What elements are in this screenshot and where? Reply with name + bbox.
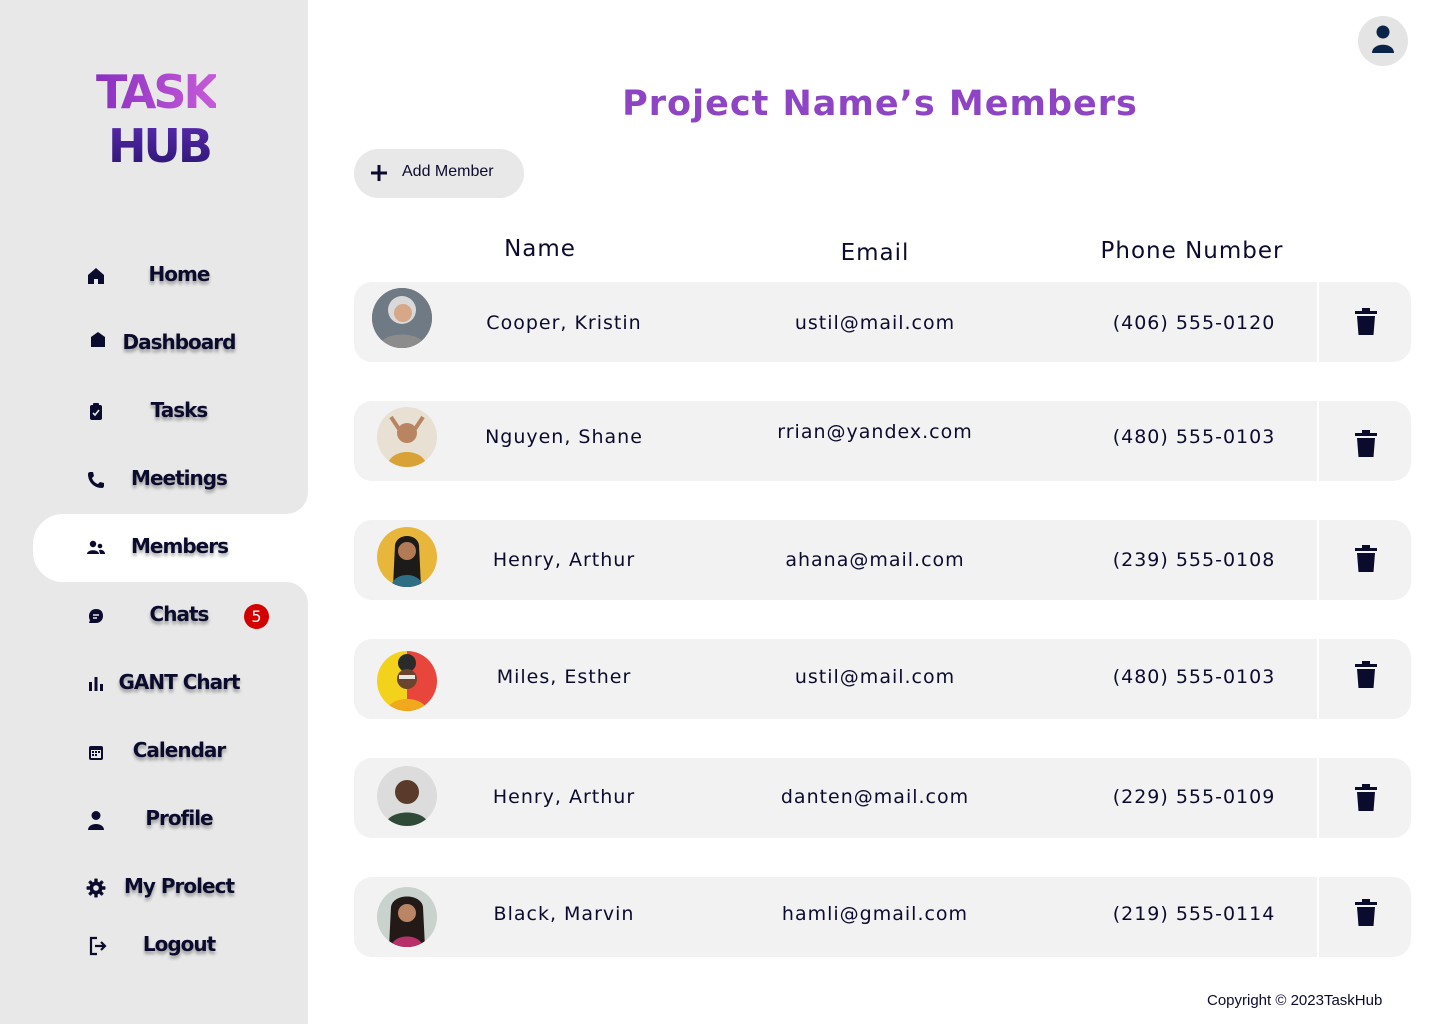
sidebar-item-chats[interactable]: Chats 5	[0, 582, 308, 650]
member-phone: (480) 555-0103	[1112, 426, 1276, 448]
sidebar-item-meetings[interactable]: Meetings	[0, 446, 308, 514]
add-member-button[interactable]: Add Member	[354, 149, 524, 198]
chats-unread-badge: 5	[244, 604, 269, 629]
member-email: danten@mail.com	[780, 786, 970, 808]
member-row: Black, Marvin hamli@gmail.com (219) 555-…	[354, 877, 1411, 957]
member-row: Nguyen, Shane rrian@yandex.com (480) 555…	[354, 401, 1411, 481]
member-phone: (219) 555-0114	[1112, 903, 1276, 925]
delete-member-trash-icon[interactable]	[1354, 899, 1378, 927]
sidebar-item-label: Meetings	[131, 466, 228, 490]
sidebar-item-label: Calendar	[132, 738, 227, 762]
delete-member-trash-icon[interactable]	[1354, 308, 1378, 336]
row-divider	[1317, 520, 1319, 600]
member-name: Cooper, Kristin	[486, 312, 642, 334]
sidebar-item-label: Chats	[149, 602, 210, 626]
sidebar-item-label: Logout	[142, 932, 216, 956]
sidebar-item-label: Home	[148, 262, 211, 286]
users-icon	[84, 536, 108, 560]
user-menu-button[interactable]	[1358, 16, 1408, 66]
sidebar-item-calendar[interactable]: Calendar	[0, 718, 308, 786]
member-phone: (229) 555-0109	[1112, 786, 1276, 808]
sidebar-item-gant-chart[interactable]: GANT Chart	[0, 650, 308, 718]
sidebar-item-label: Members	[131, 534, 229, 558]
page-title: Project Name’s Members	[622, 84, 1138, 124]
delete-member-trash-icon[interactable]	[1354, 784, 1378, 812]
row-divider	[1317, 282, 1319, 362]
row-divider	[1317, 877, 1319, 957]
sidebar-item-label: Profile	[145, 806, 213, 830]
column-header-phone: Phone Number	[1100, 238, 1284, 264]
row-divider	[1317, 639, 1319, 719]
member-name: Henry, Arthur	[492, 549, 636, 571]
delete-member-trash-icon[interactable]	[1354, 430, 1378, 458]
member-row: Cooper, Kristin ustil@mail.com (406) 555…	[354, 282, 1411, 362]
user-icon	[84, 808, 108, 832]
member-avatar	[377, 407, 437, 467]
row-divider	[1317, 401, 1319, 481]
logout-icon	[86, 934, 110, 958]
member-avatar	[377, 527, 437, 587]
sidebar-nav: Home Dashboard Tasks Meetings Members Ch…	[0, 242, 309, 978]
member-avatar	[377, 887, 437, 947]
user-avatar-icon	[1371, 25, 1395, 57]
sidebar-item-tasks[interactable]: Tasks	[0, 378, 308, 446]
sidebar-item-home[interactable]: Home	[0, 242, 308, 310]
row-divider	[1317, 758, 1319, 838]
logo-line-2: HUB	[108, 119, 213, 173]
column-header-email: Email	[840, 240, 910, 266]
member-phone: (480) 555-0103	[1112, 666, 1276, 688]
column-header-name: Name	[504, 236, 576, 262]
home-icon	[84, 264, 108, 288]
member-phone: (239) 555-0108	[1112, 549, 1276, 571]
member-row: Henry, Arthur ahana@mail.com (239) 555-0…	[354, 520, 1411, 600]
logo-line-1: TASK	[96, 65, 219, 119]
phone-icon	[84, 468, 108, 492]
member-row: Henry, Arthur danten@mail.com (229) 555-…	[354, 758, 1411, 838]
copyright-footer: Copyright © 2023TaskHub	[1207, 992, 1383, 1009]
clipboard-check-icon	[84, 400, 108, 424]
member-email: rrian@yandex.com	[777, 421, 973, 443]
sidebar-item-dashboard[interactable]: Dashboard	[0, 310, 308, 378]
member-name: Nguyen, Shane	[485, 426, 643, 448]
sidebar-item-label: GANT Chart	[118, 670, 240, 694]
member-avatar	[377, 766, 437, 826]
sidebar-item-my-project[interactable]: My Prolect	[0, 854, 308, 922]
sidebar-item-members[interactable]: Members	[33, 474, 309, 622]
delete-member-trash-icon[interactable]	[1354, 545, 1378, 573]
calendar-icon	[84, 740, 108, 764]
sidebar-item-logout[interactable]: Logout	[0, 922, 308, 978]
member-phone: (406) 555-0120	[1112, 312, 1276, 334]
sidebar-item-profile[interactable]: Profile	[0, 786, 308, 854]
dashboard-icon	[86, 328, 110, 352]
member-avatar	[372, 288, 432, 348]
member-email: ustil@mail.com	[794, 666, 956, 688]
member-email: ustil@mail.com	[794, 312, 956, 334]
delete-member-trash-icon[interactable]	[1354, 661, 1378, 689]
member-row: Miles, Esther ustil@mail.com (480) 555-0…	[354, 639, 1411, 719]
taskhub-logo[interactable]: TASK HUB	[96, 66, 226, 176]
member-avatar	[377, 651, 437, 711]
member-name: Miles, Esther	[496, 666, 632, 688]
bar-chart-icon	[84, 672, 108, 696]
sidebar: TASK HUB Home Dashboard Tasks Meetings M…	[0, 0, 309, 1024]
chat-icon	[84, 604, 108, 628]
plus-icon	[368, 162, 390, 184]
sidebar-item-label: Dashboard	[122, 330, 237, 354]
gear-icon	[84, 876, 108, 900]
sidebar-item-label: My Prolect	[124, 874, 235, 898]
member-email: ahana@mail.com	[785, 549, 965, 571]
member-name: Black, Marvin	[493, 903, 635, 925]
member-email: hamli@gmail.com	[781, 903, 969, 925]
member-name: Henry, Arthur	[492, 786, 636, 808]
sidebar-item-label: Tasks	[150, 398, 209, 422]
add-member-label: Add Member	[402, 163, 494, 180]
